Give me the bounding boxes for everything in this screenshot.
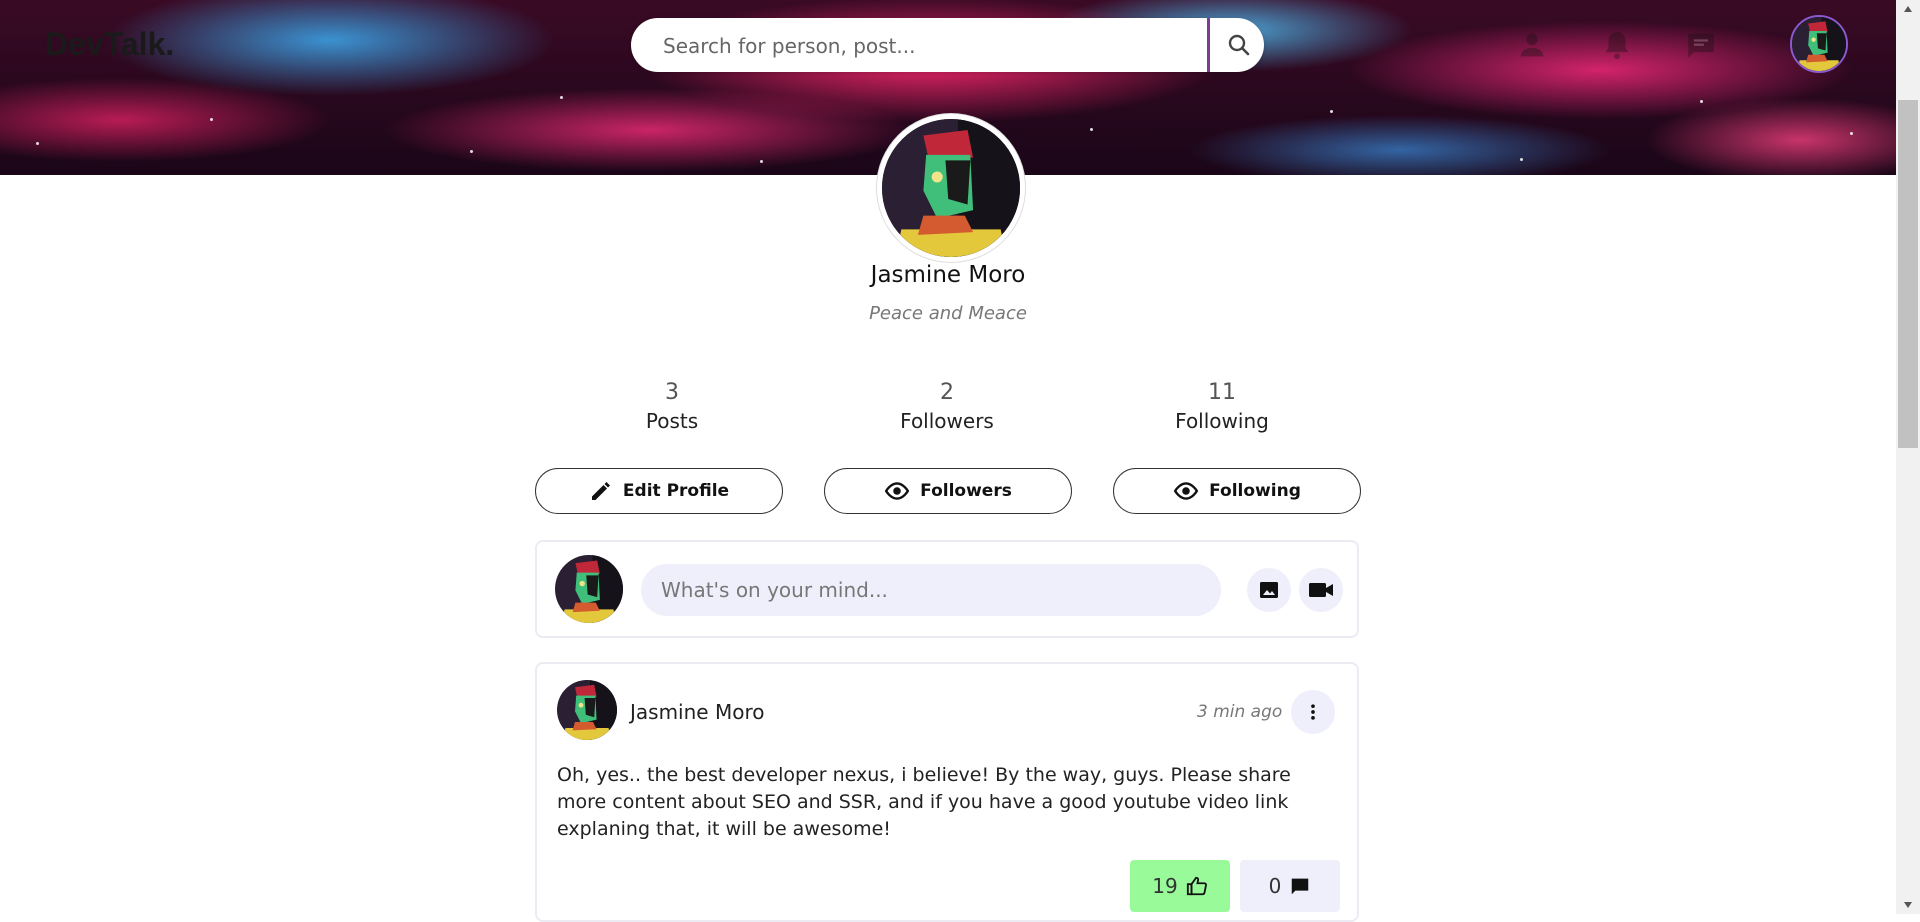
scroll-up-arrow-icon[interactable] <box>1900 2 1916 16</box>
app-logo[interactable]: DevTalk. <box>45 26 174 63</box>
bell-icon[interactable] <box>1600 28 1634 62</box>
stat-label: Posts <box>645 409 699 433</box>
post-input[interactable] <box>641 564 1221 616</box>
add-video-button[interactable] <box>1299 568 1343 612</box>
pencil-icon <box>591 482 610 500</box>
scrollbar-thumb[interactable] <box>1898 100 1918 448</box>
scroll-down-arrow-icon[interactable] <box>1900 898 1916 912</box>
stat-followers: 2 Followers <box>837 380 1057 433</box>
post-author-avatar[interactable] <box>557 680 617 740</box>
following-button[interactable]: Following <box>1113 468 1361 514</box>
following-button-label: Following <box>1209 481 1301 501</box>
eye-icon <box>884 482 910 500</box>
followers-button-label: Followers <box>920 481 1012 501</box>
comment-button[interactable]: 0 <box>1240 860 1340 912</box>
nav-user-avatar[interactable] <box>1790 15 1848 73</box>
profile-bio: Peace and Meace <box>869 303 1027 324</box>
avatar-image <box>557 680 617 740</box>
search-icon <box>1228 34 1249 56</box>
comment-count: 0 <box>1268 874 1282 898</box>
stat-value: 11 <box>1208 380 1236 405</box>
edit-profile-button[interactable]: Edit Profile <box>535 468 783 514</box>
avatar-image <box>1792 17 1846 71</box>
like-count: 19 <box>1152 874 1178 898</box>
post-card: Jasmine Moro 3 min ago Oh, yes.. the bes… <box>535 662 1359 922</box>
edit-profile-label: Edit Profile <box>622 481 730 501</box>
add-image-button[interactable] <box>1247 568 1291 612</box>
stat-label: Following <box>1175 409 1269 433</box>
profile-name: Jasmine Moro <box>870 262 1026 288</box>
stat-label: Followers <box>900 409 994 433</box>
chat-icon[interactable] <box>1684 28 1718 62</box>
video-icon <box>1309 583 1333 597</box>
post-body: Oh, yes.. the best developer nexus, i be… <box>557 764 1291 840</box>
image-icon <box>1260 582 1278 598</box>
thumbs-up-icon <box>1186 876 1207 896</box>
top-navbar: DevTalk. <box>0 0 1896 90</box>
more-vertical-icon <box>1311 704 1315 720</box>
like-button[interactable]: 19 <box>1130 860 1230 912</box>
search-bar <box>631 18 1264 72</box>
search-input[interactable] <box>661 29 1205 63</box>
stat-following: 11 Following <box>1112 380 1332 433</box>
profile-avatar <box>877 114 1025 262</box>
search-button[interactable] <box>1213 18 1264 72</box>
post-author-name[interactable]: Jasmine Moro <box>630 700 764 724</box>
composer-avatar <box>555 555 623 623</box>
stat-value: 3 <box>665 380 679 405</box>
avatar-image <box>882 119 1020 257</box>
person-icon[interactable] <box>1515 28 1549 62</box>
comment-icon <box>1292 878 1309 895</box>
eye-icon <box>1173 482 1199 500</box>
search-divider <box>1207 18 1210 72</box>
post-composer <box>535 540 1359 638</box>
stat-posts: 3 Posts <box>562 380 782 433</box>
post-timestamp: 3 min ago <box>1197 702 1283 722</box>
post-options-button[interactable] <box>1291 690 1335 734</box>
followers-button[interactable]: Followers <box>824 468 1072 514</box>
avatar-image <box>555 555 623 623</box>
stat-value: 2 <box>940 380 954 405</box>
